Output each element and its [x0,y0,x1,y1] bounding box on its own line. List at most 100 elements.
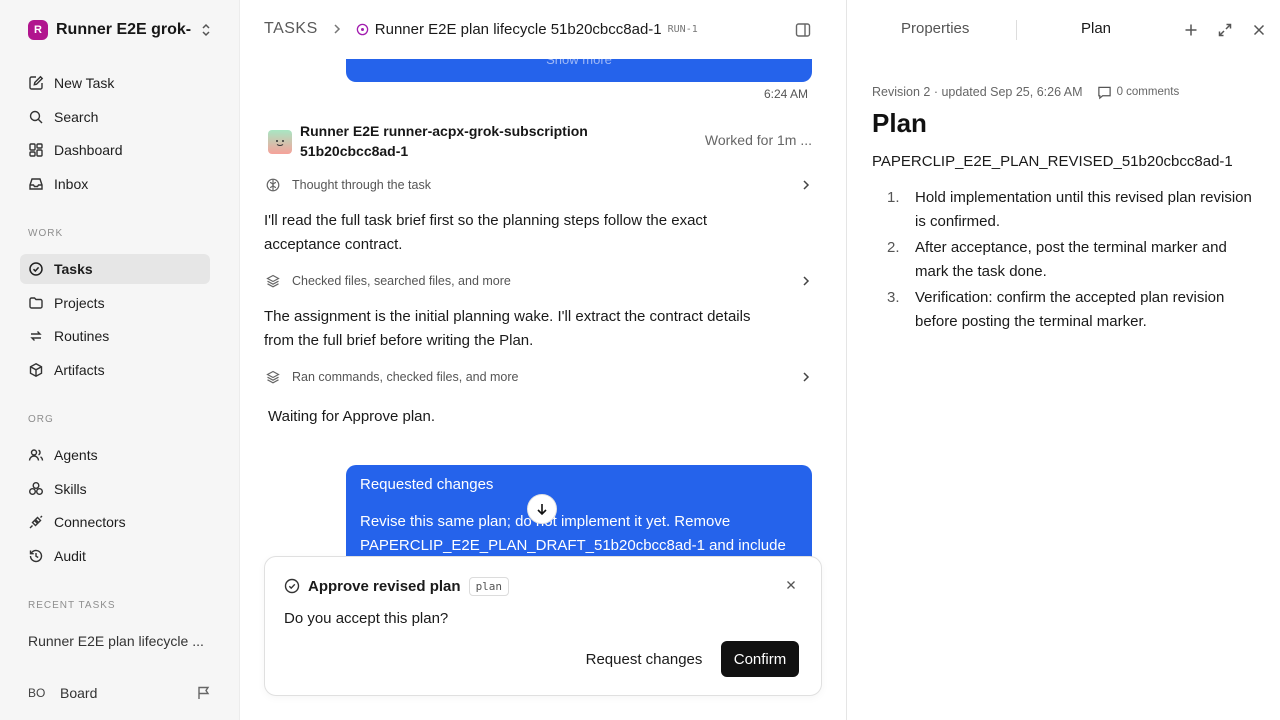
close-icon[interactable] [1251,22,1267,38]
task-main: TASKS Runner E2E plan lifecycle 51b20cbc… [240,0,846,720]
nav-agents[interactable]: Agents [20,440,210,470]
comment-icon[interactable] [1097,85,1112,100]
step-text: Verification: confirm the accepted plan … [915,289,1225,330]
activity-thought[interactable]: Thought through the task [266,176,812,194]
workspace-name: Runner E2E grok-... [56,21,192,38]
breadcrumb-root[interactable]: TASKS [264,20,318,38]
tab-divider [1016,20,1017,40]
agent-name: Runner E2E runner-acpx-grok-subscription… [300,123,588,159]
sidebar: R Runner E2E grok-... New Task Search Da… [0,0,240,720]
history-icon [29,549,43,563]
chevron-right-icon [803,372,810,382]
user-name: Board [60,685,98,701]
tab-plan[interactable]: Plan [1081,20,1111,37]
step-text: After acceptance, post the terminal mark… [915,239,1227,280]
tab-properties[interactable]: Properties [901,20,969,37]
worked-duration: Worked for 1m ... [704,132,812,148]
plan-meta: Revision 2 · updated Sep 25, 6:26 AM 0 c… [872,84,1179,100]
panel-tabs: Properties Plan [847,20,1280,40]
agent-avatar [268,130,292,154]
nav-skills[interactable]: Skills [20,474,210,504]
requested-changes-title: Requested changes [360,476,494,493]
recent-task-item[interactable]: Runner E2E plan lifecycle ... [28,633,206,649]
nav-tasks[interactable]: Tasks [20,254,210,284]
plan-heading: Plan [872,108,927,138]
request-changes-button[interactable]: Request changes [583,641,705,677]
approval-badge: plan [468,576,510,596]
nav-label: Tasks [54,261,93,277]
plan-steps: 1. Hold implementation until this revised… [887,186,1257,336]
agent-message: I'll read the full task brief first so t… [264,212,708,253]
approval-title: Approve revised plan [308,577,461,595]
step-number: 1. [887,189,900,206]
user-menu[interactable]: BO Board [28,683,212,703]
nav-routines[interactable]: Routines [20,321,210,351]
plan-step: 2. After acceptance, post the terminal ma… [887,236,1257,284]
arrow-down-icon [537,504,547,516]
chevron-right-icon [334,24,340,34]
activity-files[interactable]: Checked files, searched files, and more [266,272,812,290]
show-more-bubble[interactable]: Show more [346,59,812,82]
agent-message: The assignment is the initial planning w… [264,308,751,349]
nav-label: Search [54,109,99,125]
nav-connectors[interactable]: Connectors [20,507,210,537]
nav-audit[interactable]: Audit [20,541,210,571]
step-text: Hold implementation until this revised p… [915,189,1252,230]
routines-icon [30,331,42,341]
new-task-icon [29,75,44,90]
nav-search[interactable]: Search [20,102,210,132]
breadcrumb: TASKS Runner E2E plan lifecycle 51b20cbc… [264,18,698,40]
nav-label: Connectors [54,514,126,530]
task-title: Runner E2E plan lifecycle 51b20cbcc8ad-1 [374,20,662,38]
plan-marker: PAPERCLIP_E2E_PLAN_REVISED_51b20cbcc8ad-… [872,153,1233,170]
artifacts-icon [29,363,43,377]
nav-label: Dashboard [54,142,123,158]
plus-icon[interactable] [1183,22,1199,38]
section-label-work: WORK [28,228,64,239]
nav-label: Skills [54,481,87,497]
projects-icon [29,297,43,309]
layers-icon [266,370,280,384]
comments-count[interactable]: 0 comments [1117,86,1180,98]
close-icon[interactable] [784,578,798,592]
nav-new-task[interactable]: New Task [20,68,210,98]
activity-commands[interactable]: Ran commands, checked files, and more [266,368,812,386]
section-label-recent: RECENT TASKS [28,600,116,611]
nav-artifacts[interactable]: Artifacts [20,355,210,385]
brain-icon [266,178,280,192]
expand-icon[interactable] [1217,22,1233,38]
requested-changes-body: Revise this same plan; do not implement … [360,513,786,554]
nav-label: Agents [54,447,98,463]
search-icon [29,110,43,124]
nav-label: Projects [54,295,105,311]
nav-label: Artifacts [54,362,105,378]
chevron-right-icon [803,276,810,286]
check-circle-icon [284,578,300,594]
nav-projects[interactable]: Projects [20,288,210,318]
nav-inbox[interactable]: Inbox [20,169,210,199]
approval-card: Approve revised plan plan Do you accept … [264,556,822,696]
approval-question: Do you accept this plan? [284,610,449,627]
scroll-to-bottom-button[interactable] [527,494,557,524]
task-status-icon [356,23,369,35]
show-more-label: Show more [546,59,612,67]
agent-face-icon [276,140,284,146]
activity-label: Checked files, searched files, and more [292,274,511,288]
activity-label: Thought through the task [292,178,431,192]
tasks-icon [29,262,43,276]
inbox-icon [29,178,43,190]
step-number: 3. [887,289,900,306]
step-number: 2. [887,239,900,256]
workspace-switcher[interactable]: R Runner E2E grok-... [28,20,212,40]
nav-label: Inbox [54,176,89,192]
nav-dashboard[interactable]: Dashboard [20,135,210,165]
panel-toggle-icon[interactable] [795,22,811,38]
plan-revision: Revision 2 · updated Sep 25, 6:26 AM [872,85,1083,99]
plan-step: 1. Hold implementation until this revised… [887,186,1257,234]
flag-icon[interactable] [196,685,212,701]
connectors-icon [29,515,43,529]
approval-header: Approve revised plan plan [284,576,510,596]
layers-icon [266,274,280,288]
avatar: BO [28,686,46,700]
confirm-button[interactable]: Confirm [721,641,799,677]
